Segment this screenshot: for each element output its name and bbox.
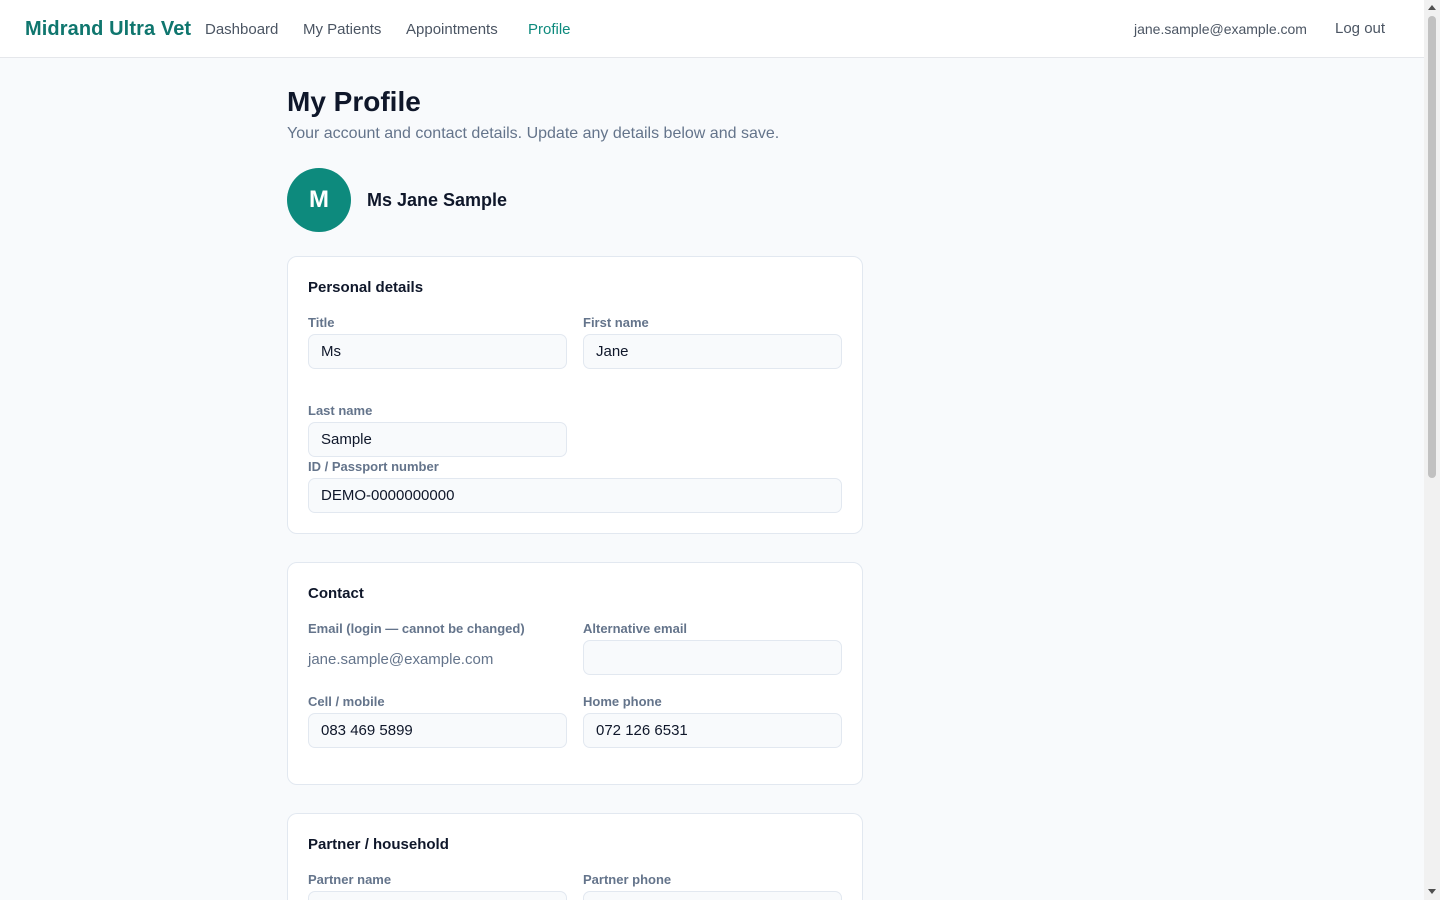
title-input[interactable] bbox=[308, 334, 567, 369]
nav-profile[interactable]: Profile bbox=[528, 21, 571, 38]
scroll-down-arrow-icon[interactable] bbox=[1428, 889, 1436, 894]
partner-name-input[interactable] bbox=[308, 891, 567, 900]
partner-phone-input[interactable] bbox=[583, 891, 842, 900]
email-label: Email (login — cannot be changed) bbox=[308, 621, 525, 636]
nav-my-patients[interactable]: My Patients bbox=[303, 21, 381, 38]
last-name-input[interactable] bbox=[308, 422, 567, 457]
partner-heading: Partner / household bbox=[308, 836, 449, 853]
cell-label: Cell / mobile bbox=[308, 694, 385, 709]
user-email: jane.sample@example.com bbox=[1134, 21, 1307, 37]
alt-email-input[interactable] bbox=[583, 640, 842, 675]
id-passport-label: ID / Passport number bbox=[308, 459, 439, 474]
top-navigation-bar: Midrand Ultra Vet Dashboard My Patients … bbox=[0, 0, 1424, 58]
title-label: Title bbox=[308, 315, 335, 330]
scroll-up-arrow-icon[interactable] bbox=[1428, 5, 1436, 10]
personal-details-heading: Personal details bbox=[308, 279, 424, 296]
page-scrollbar[interactable] bbox=[1424, 0, 1440, 900]
contact-heading: Contact bbox=[308, 585, 364, 602]
partner-name-label: Partner name bbox=[308, 872, 392, 887]
nav-dashboard[interactable]: Dashboard bbox=[205, 21, 278, 38]
contact-card: Contact Email (login — cannot be changed… bbox=[287, 562, 863, 785]
avatar: M bbox=[287, 168, 351, 232]
home-phone-input[interactable] bbox=[583, 713, 842, 748]
alt-email-label: Alternative email bbox=[583, 621, 688, 636]
brand-logo[interactable]: Midrand Ultra Vet bbox=[25, 18, 191, 41]
scrollbar-thumb[interactable] bbox=[1428, 16, 1436, 478]
partner-household-card: Partner / household Partner name Partner… bbox=[287, 813, 863, 900]
page-title: My Profile bbox=[287, 86, 421, 117]
first-name-label: First name bbox=[583, 315, 649, 330]
email-value: jane.sample@example.com bbox=[308, 651, 494, 668]
nav-appointments[interactable]: Appointments bbox=[406, 21, 498, 38]
page-subtitle: Your account and contact details. Update… bbox=[287, 125, 780, 142]
first-name-input[interactable] bbox=[583, 334, 842, 369]
home-phone-label: Home phone bbox=[583, 694, 662, 709]
partner-phone-label: Partner phone bbox=[583, 872, 672, 887]
last-name-label: Last name bbox=[308, 403, 373, 418]
id-passport-input[interactable] bbox=[308, 478, 842, 513]
cell-input[interactable] bbox=[308, 713, 567, 748]
personal-details-card: Personal details Title First name Last n… bbox=[287, 256, 863, 534]
logout-link[interactable]: Log out bbox=[1335, 20, 1385, 37]
profile-display-name: Ms Jane Sample bbox=[367, 190, 508, 210]
